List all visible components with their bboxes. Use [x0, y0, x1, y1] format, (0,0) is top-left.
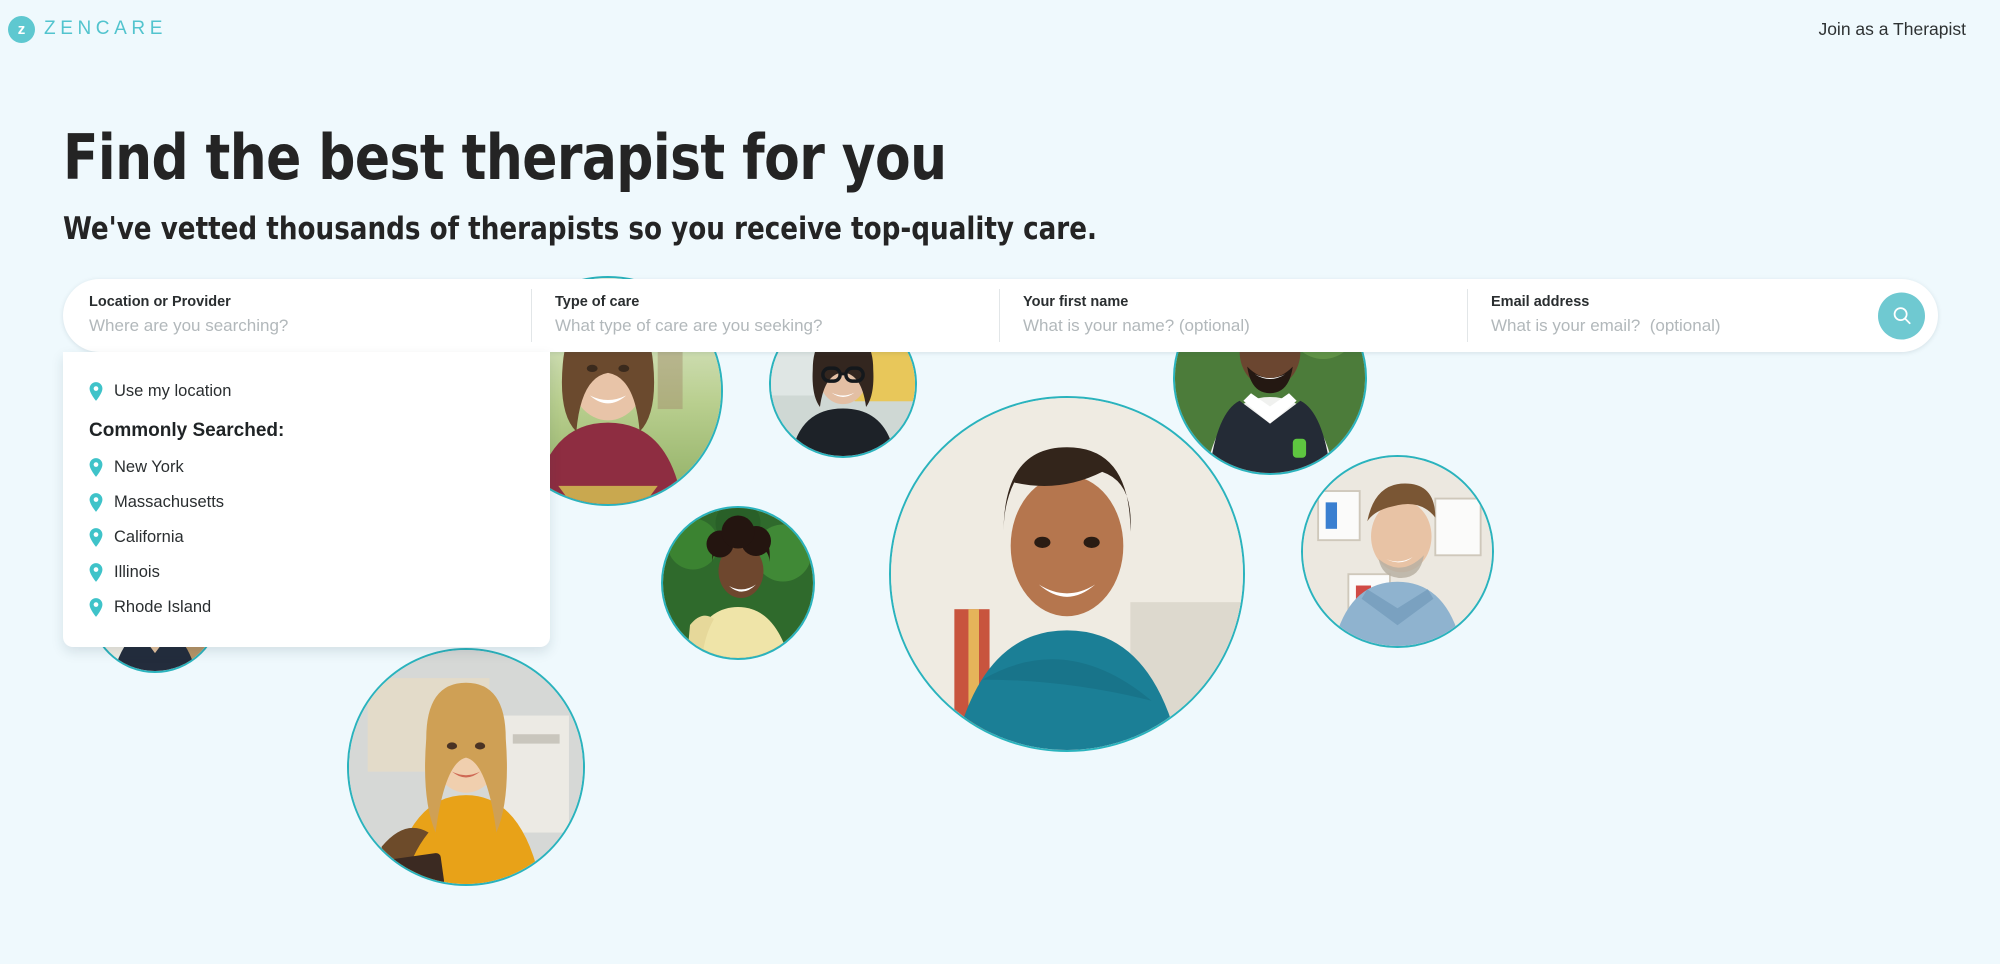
- therapist-photo-5: [1301, 455, 1494, 648]
- search-icon: [1893, 307, 1911, 325]
- hero-section: Find the best therapist for you We've ve…: [63, 125, 1163, 246]
- dropdown-item-label: Massachusetts: [114, 493, 225, 512]
- map-pin-icon: [89, 528, 103, 547]
- therapist-photo-7: [661, 506, 815, 660]
- join-as-therapist-link[interactable]: Join as a Therapist: [1818, 19, 1966, 40]
- first-name-field[interactable]: Your first name: [999, 279, 1467, 352]
- landing-page: z ZENCARE Join as a Therapist Find the b…: [0, 0, 2000, 964]
- dropdown-item-rhode-island[interactable]: Rhode Island: [63, 590, 550, 625]
- email-input[interactable]: [1491, 316, 1916, 337]
- search-button[interactable]: [1878, 292, 1925, 339]
- dropdown-item-california[interactable]: California: [63, 520, 550, 555]
- page-title: Find the best therapist for you: [63, 121, 947, 194]
- therapist-photo-4: [889, 396, 1245, 752]
- location-suggestions-dropdown: Use my location Commonly Searched: New Y…: [63, 352, 550, 647]
- location-field[interactable]: Location or Provider: [63, 279, 531, 352]
- map-pin-icon: [89, 563, 103, 582]
- type-of-care-field[interactable]: Type of care: [531, 279, 999, 352]
- logo-mark-icon: z: [8, 15, 35, 43]
- first-name-input[interactable]: [1023, 316, 1445, 337]
- type-of-care-field-label: Type of care: [555, 293, 640, 310]
- map-pin-icon: [89, 493, 103, 512]
- type-of-care-input[interactable]: [555, 316, 977, 337]
- location-field-label: Location or Provider: [89, 293, 231, 310]
- dropdown-item-use-my-location[interactable]: Use my location: [63, 374, 550, 409]
- logo-wordmark: ZENCARE: [44, 18, 167, 39]
- search-bar: Location or Provider Type of care Your f…: [63, 279, 1938, 352]
- map-pin-icon: [89, 458, 103, 477]
- dropdown-item-label: Illinois: [114, 563, 160, 582]
- email-field-label: Email address: [1491, 293, 1590, 310]
- therapist-photo-6: [347, 648, 585, 886]
- page-subtitle: We've vetted thousands of therapists so …: [63, 211, 1097, 248]
- site-header: z ZENCARE Join as a Therapist: [0, 0, 2000, 58]
- zencare-logo[interactable]: z ZENCARE: [8, 15, 167, 43]
- map-pin-icon: [89, 598, 103, 617]
- first-name-field-label: Your first name: [1023, 293, 1129, 310]
- email-field[interactable]: Email address: [1467, 279, 1938, 352]
- photo-6-image: [349, 650, 583, 884]
- dropdown-item-massachusetts[interactable]: Massachusetts: [63, 485, 550, 520]
- dropdown-item-illinois[interactable]: Illinois: [63, 555, 550, 590]
- photo-7-image: [663, 508, 813, 658]
- dropdown-item-new-york[interactable]: New York: [63, 450, 550, 485]
- dropdown-heading: Commonly Searched:: [89, 420, 285, 441]
- dropdown-item-label: Rhode Island: [114, 598, 212, 617]
- dropdown-item-label: New York: [114, 458, 184, 477]
- photo-5-image: [1303, 457, 1492, 646]
- location-input[interactable]: [89, 316, 509, 337]
- dropdown-item-label: California: [114, 528, 184, 547]
- dropdown-item-label: Use my location: [114, 382, 232, 401]
- photo-4-image: [891, 398, 1243, 750]
- map-pin-icon: [89, 382, 103, 401]
